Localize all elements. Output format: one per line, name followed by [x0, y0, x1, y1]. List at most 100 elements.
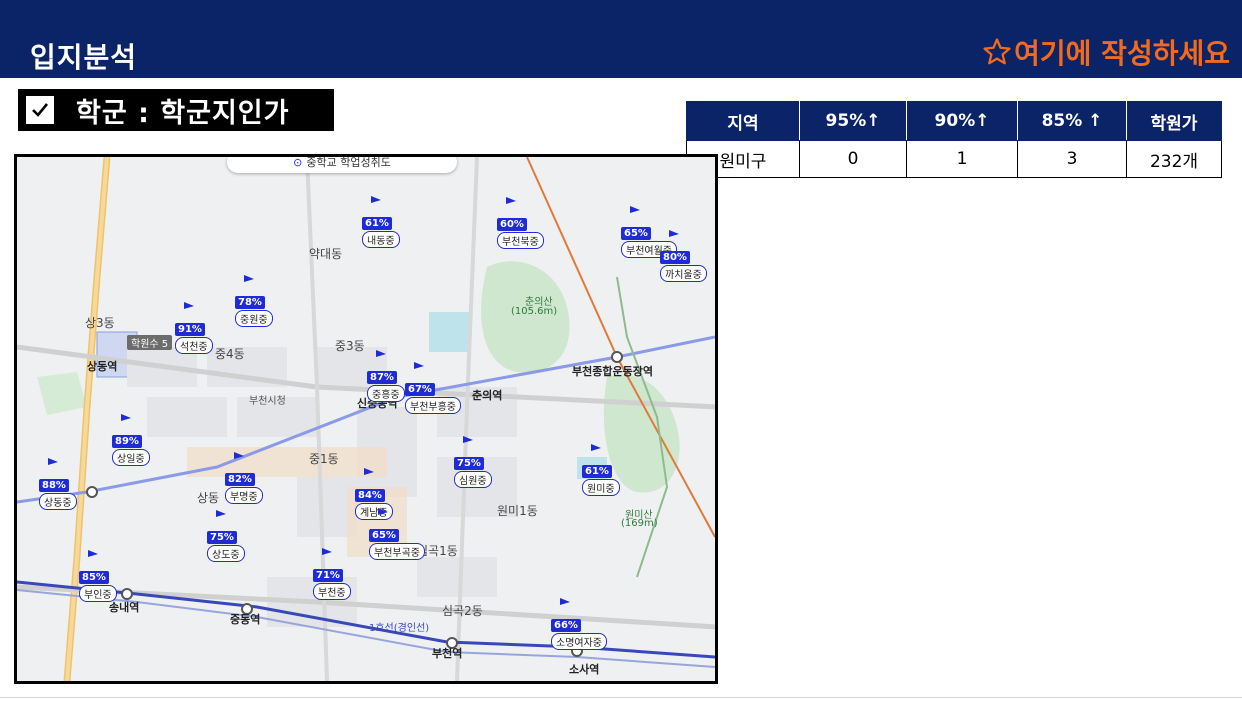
map-label: (169m) — [621, 518, 658, 529]
map-label: 소사역 — [569, 663, 600, 676]
cell-academies: 232개 — [1126, 140, 1222, 178]
school-name: 석천중 — [175, 337, 213, 354]
flag-icon — [322, 548, 332, 560]
school-pct: 85% — [79, 571, 109, 584]
flag-icon — [371, 196, 381, 208]
section-heading: 학군 : 학군지인가 — [18, 89, 334, 131]
table-header-row: 지역 95%↑ 90%↑ 85% ↑ 학원가 — [686, 101, 1222, 141]
school-name: 상동중 — [39, 493, 77, 510]
school-pin[interactable]: 85% 부인중 — [79, 550, 117, 602]
section-label: 학군 : 학군지인가 — [76, 97, 290, 129]
school-name: 부천부흥중 — [405, 397, 461, 414]
school-map[interactable]: ⊙ 중학교 학업성취도 약대동 중4동 중3동 중1동 상3동 상동 상동역 신… — [14, 154, 718, 684]
school-name: 원미중 — [582, 479, 620, 496]
school-pct: 84% — [355, 489, 385, 502]
map-search-bar[interactable]: ⊙ 중학교 학업성취도 — [227, 155, 457, 173]
school-stats-table: 지역 95%↑ 90%↑ 85% ↑ 학원가 원미구 0 1 3 232개 — [686, 101, 1222, 178]
school-name: 부천중 — [313, 583, 351, 600]
school-pin[interactable]: 65% 부천부곡중 — [369, 508, 425, 560]
school-pct: 78% — [235, 296, 265, 309]
flag-icon — [184, 302, 194, 314]
page-title: 입지분석 — [30, 41, 138, 74]
flag-icon — [414, 362, 424, 374]
school-pin[interactable]: 75% 심원중 — [454, 436, 492, 488]
school-pin[interactable]: 78% 중원중 — [235, 275, 273, 327]
flag-icon — [48, 458, 58, 470]
academy-count-label: 학원수 5 — [127, 335, 173, 350]
school-pin[interactable]: 91% 석천중 — [175, 302, 213, 354]
map-label: 1호선(경인선) — [369, 623, 430, 634]
map-label: 부천시청 — [249, 396, 286, 407]
school-pin[interactable]: 71% 부천중 — [313, 548, 351, 600]
school-pct: 75% — [207, 531, 237, 544]
flag-icon — [591, 444, 601, 456]
flag-icon — [216, 510, 226, 522]
school-pin[interactable]: 67% 부천부흥중 — [405, 362, 461, 414]
school-pct: 80% — [660, 251, 690, 264]
school-pin[interactable]: 61% 원미중 — [582, 444, 620, 496]
school-name: 중흥중 — [367, 385, 405, 402]
map-label: 원미1동 — [497, 504, 538, 518]
location-icon: ⊙ — [293, 155, 303, 169]
write-here-note: 여기에 작성하세요 — [982, 32, 1230, 72]
school-name: 까치울중 — [660, 265, 707, 282]
map-label: 춘의역 — [472, 389, 503, 402]
school-name: 상일중 — [112, 449, 150, 466]
school-pct: 91% — [175, 323, 205, 336]
school-pct: 67% — [405, 383, 435, 396]
school-pct: 65% — [369, 529, 399, 542]
flag-icon — [560, 598, 570, 610]
write-here-label: 여기에 작성하세요 — [1014, 37, 1230, 70]
school-pct: 71% — [313, 569, 343, 582]
col-academies: 학원가 — [1126, 101, 1222, 141]
map-label: 부천종합운동장역 — [572, 365, 653, 378]
school-name: 내동중 — [362, 231, 400, 248]
school-pin[interactable]: 89% 상일중 — [112, 414, 150, 466]
check-icon — [26, 96, 54, 124]
map-label: 중4동 — [215, 347, 245, 361]
star-outline-icon — [983, 38, 1011, 65]
school-pin[interactable]: 82% 부명중 — [225, 452, 263, 504]
cell-85: 3 — [1017, 140, 1127, 178]
footer-divider — [0, 697, 1242, 698]
map-label: 심곡2동 — [442, 604, 483, 618]
map-search-text: 중학교 학업성취도 — [306, 156, 391, 169]
map-label: 중1동 — [309, 452, 339, 466]
school-pin[interactable]: 66% 소명여자중 — [551, 598, 607, 650]
map-label: 중동역 — [230, 613, 261, 626]
flag-icon — [364, 468, 374, 480]
school-name: 부인중 — [79, 585, 117, 602]
col-95: 95%↑ — [799, 101, 907, 141]
school-pct: 82% — [225, 473, 255, 486]
flag-icon — [121, 414, 131, 426]
school-pct: 87% — [367, 371, 397, 384]
flag-icon — [669, 230, 679, 242]
school-name: 부명중 — [225, 487, 263, 504]
cell-90: 1 — [906, 140, 1018, 178]
table-row: 원미구 0 1 3 232개 — [686, 140, 1222, 178]
flag-icon — [378, 508, 388, 520]
school-name: 상도중 — [207, 545, 245, 562]
map-label: 상동 — [197, 491, 220, 505]
school-pin[interactable]: 80% 까치울중 — [660, 230, 707, 282]
school-pin[interactable]: 61% 내동중 — [362, 196, 400, 248]
school-name: 부천북중 — [497, 232, 544, 249]
flag-icon — [506, 197, 516, 209]
col-85: 85% ↑ — [1017, 101, 1127, 141]
flag-icon — [88, 550, 98, 562]
flag-icon — [463, 436, 473, 448]
school-pin[interactable]: 75% 상도중 — [207, 510, 245, 562]
map-label: 상3동 — [85, 316, 115, 330]
school-pin[interactable]: 87% 중흥중 — [367, 350, 405, 402]
school-pct: 65% — [621, 227, 651, 240]
flag-icon — [234, 452, 244, 464]
school-pct: 61% — [362, 217, 392, 230]
school-name: 심원중 — [454, 471, 492, 488]
flag-icon — [630, 206, 640, 218]
map-label: 약대동 — [309, 247, 343, 261]
school-pin[interactable]: 60% 부천북중 — [497, 197, 544, 249]
col-region: 지역 — [686, 101, 800, 141]
school-pct: 89% — [112, 435, 142, 448]
map-label: 부천역 — [432, 647, 463, 660]
school-pin[interactable]: 88% 상동중 — [39, 458, 77, 510]
